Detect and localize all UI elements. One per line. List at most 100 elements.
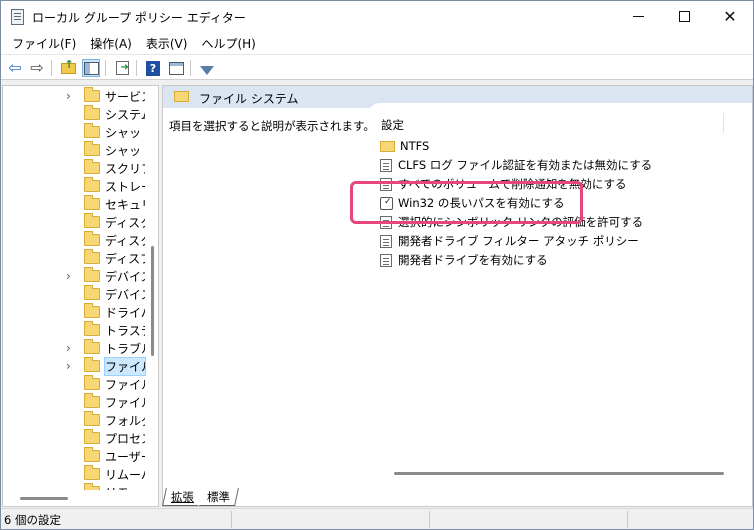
folder-icon <box>84 123 100 138</box>
chevron-right-icon[interactable]: › <box>66 269 71 283</box>
tree-item-label: ファイル <box>105 378 145 392</box>
tree-item[interactable]: ファイル <box>3 375 148 393</box>
tree-item-label: ディスプ <box>105 252 145 266</box>
maximize-button[interactable] <box>661 1 707 32</box>
tree-item-label: ファイル <box>105 396 145 410</box>
chevron-right-icon[interactable]: › <box>66 359 71 373</box>
column-header-setting[interactable]: 設定 <box>381 117 404 133</box>
tree-item-label: ファイル <box>104 357 146 376</box>
tree-item[interactable]: › トラブル <box>3 339 148 357</box>
forward-button[interactable]: ⇨ <box>28 59 46 77</box>
list-item-folder[interactable]: NTFS <box>380 137 429 155</box>
scroll-thumb[interactable] <box>151 246 154 356</box>
settings-list[interactable]: 設定 NTFS CLFS ログ ファイル認証を有効または無効にする すべてのボリュー… <box>368 103 752 469</box>
tree-item[interactable]: ユーザー <box>3 447 148 465</box>
export-list-button[interactable] <box>113 59 131 77</box>
tree-item[interactable]: デバイス <box>3 285 148 303</box>
folder-icon <box>84 339 100 354</box>
chevron-right-icon[interactable]: › <box>66 341 71 355</box>
tree-item-label: セキュリ <box>105 198 145 212</box>
list-item-setting[interactable]: CLFS ログ ファイル認証を有効または無効にする <box>380 156 652 174</box>
highlight-annotation <box>350 181 583 224</box>
tree-item[interactable]: ディスク <box>3 213 148 231</box>
tree-item[interactable]: フォルダ <box>3 411 148 429</box>
list-item-setting[interactable]: 開発者ドライブ フィルター アタッチ ポリシー <box>380 232 639 250</box>
tree-item[interactable]: シャット <box>3 123 148 141</box>
folder-icon <box>84 267 100 282</box>
list-item-setting[interactable]: 開発者ドライブを有効にする <box>380 251 548 269</box>
status-divider <box>231 511 232 528</box>
folder-icon <box>84 465 100 480</box>
show-hide-action-pane-button[interactable] <box>167 59 185 77</box>
window-title: ローカル グループ ポリシー エディター <box>32 11 246 25</box>
folder-icon <box>84 357 100 372</box>
tree-item-label: ストレー <box>105 180 145 194</box>
close-button[interactable]: ✕ <box>707 1 753 32</box>
description-text: 項目を選択すると説明が表示されます。 <box>169 119 375 133</box>
toolbar: ⇦ ⇨ ? <box>1 54 753 80</box>
policy-setting-icon <box>380 234 392 248</box>
close-icon: ✕ <box>723 6 737 26</box>
filter-options-button[interactable] <box>198 59 216 77</box>
column-divider[interactable] <box>723 113 724 133</box>
tree-item[interactable]: ファイル <box>3 393 148 411</box>
menu-action[interactable]: 操作(A) <box>83 35 139 52</box>
tree-item-label: スクリプ <box>105 162 145 176</box>
minimize-icon <box>632 16 644 17</box>
up-one-level-button[interactable] <box>59 58 77 77</box>
tree-horizontal-scrollbar[interactable] <box>3 490 158 506</box>
tree-item-label: デバイス <box>105 270 145 284</box>
tree-item[interactable]: › サービス <box>3 87 148 105</box>
toolbar-separator <box>136 60 137 76</box>
scroll-thumb[interactable] <box>394 472 724 475</box>
details-pane: ファイル システム 項目を選択すると説明が表示されます。 設定 NTFS CLFS… <box>162 85 753 507</box>
chevron-right-icon[interactable]: › <box>66 89 71 103</box>
folder-icon <box>84 105 100 120</box>
tree-item[interactable]: システム <box>3 105 148 123</box>
tree-item[interactable]: ディスプ <box>3 249 148 267</box>
toolbar-separator <box>51 60 52 76</box>
menu-file[interactable]: ファイル(F) <box>5 35 83 52</box>
tree-item[interactable]: › ファイル <box>3 357 148 376</box>
list-item-label: CLFS ログ ファイル認証を有効または無効にする <box>398 158 653 172</box>
menu-help[interactable]: ヘルプ(H) <box>194 35 262 52</box>
tree-item[interactable]: プロセス <box>3 429 148 447</box>
back-arrow-icon: ⇦ <box>8 58 22 77</box>
tree-item[interactable]: スクリプ <box>3 159 148 177</box>
show-hide-console-tree-button[interactable] <box>82 59 100 77</box>
folder-icon <box>84 285 100 300</box>
tree-item[interactable]: トラステ <box>3 321 148 339</box>
back-button[interactable]: ⇦ <box>6 59 24 77</box>
tree-item[interactable]: ディスク <box>3 231 148 249</box>
scroll-thumb[interactable] <box>20 497 68 500</box>
console-tree-icon <box>83 61 99 75</box>
help-button[interactable]: ? <box>144 59 162 77</box>
tree-item[interactable]: シャット <box>3 141 148 159</box>
tree-item-label: ディスク <box>105 216 145 230</box>
help-icon: ? <box>146 60 160 76</box>
tree-item[interactable]: セキュリ <box>3 195 148 213</box>
tab-standard[interactable]: 標準 <box>199 488 239 506</box>
tree-item-label: システム <box>105 108 145 122</box>
folder-icon <box>84 141 100 156</box>
tree-item[interactable]: ストレー <box>3 177 148 195</box>
tab-extended[interactable]: 拡張 <box>162 488 202 506</box>
tree-item-label: シャット <box>105 144 145 158</box>
export-list-icon <box>115 61 129 75</box>
minimize-button[interactable] <box>615 1 661 32</box>
tree-item[interactable]: ドライバ <box>3 303 148 321</box>
properties-pane-icon <box>168 61 184 75</box>
policy-setting-icon <box>380 253 392 267</box>
gpedit-window: ローカル グループ ポリシー エディター ✕ ファイル(F) 操作(A) 表示(… <box>0 0 754 530</box>
folder-icon <box>84 375 100 390</box>
tree-item[interactable]: リムーバ <box>3 465 148 483</box>
console-tree[interactable]: ›サービスシステムシャットシャットスクリプストレーセキュリディスクディスクディス… <box>2 85 159 507</box>
view-tabs: 拡張 標準 <box>162 488 752 506</box>
title-bar[interactable]: ローカル グループ ポリシー エディター ✕ <box>1 1 753 32</box>
menu-view[interactable]: 表示(V) <box>139 35 195 52</box>
list-horizontal-scrollbar[interactable] <box>368 469 752 479</box>
policy-setting-icon <box>380 158 392 172</box>
folder-icon <box>84 159 100 174</box>
tree-vertical-scrollbar[interactable] <box>149 86 158 490</box>
tree-item[interactable]: › デバイス <box>3 267 148 285</box>
